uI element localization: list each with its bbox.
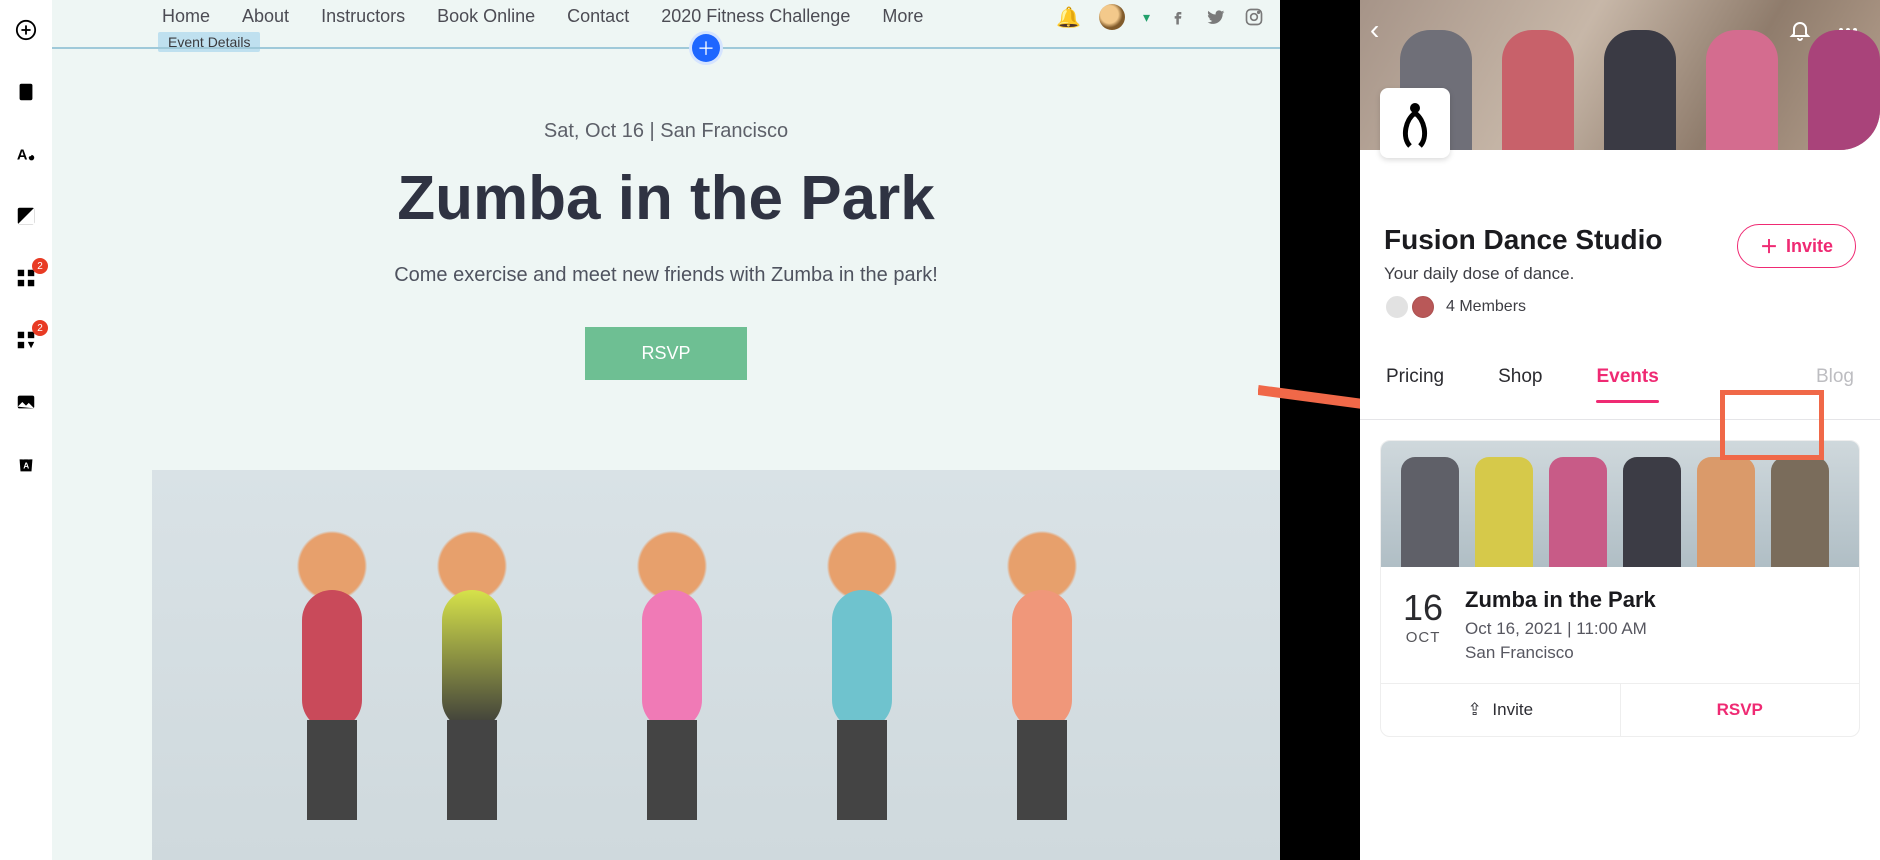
nav-about[interactable]: About xyxy=(242,6,289,27)
back-icon[interactable]: ‹ xyxy=(1370,14,1379,46)
event-date-location: Sat, Oct 16 | San Francisco xyxy=(52,120,1280,143)
svg-text:A: A xyxy=(23,462,29,471)
separator-gap xyxy=(1280,0,1360,860)
share-icon: ⇪ xyxy=(1467,700,1481,719)
tab-shop[interactable]: Shop xyxy=(1498,366,1542,419)
event-card-location: San Francisco xyxy=(1465,643,1656,663)
nav-more[interactable]: More xyxy=(882,6,923,27)
apps-icon[interactable]: 2 xyxy=(12,264,40,292)
editor-sub-tab[interactable]: Event Details xyxy=(158,32,260,52)
facebook-icon[interactable] xyxy=(1168,7,1188,27)
studio-name: Fusion Dance Studio xyxy=(1384,224,1662,256)
svg-text:A: A xyxy=(17,148,28,164)
image-icon[interactable] xyxy=(12,388,40,416)
event-card-title: Zumba in the Park xyxy=(1465,587,1656,613)
event-hero-image xyxy=(152,470,1280,860)
design-icon[interactable]: A xyxy=(12,140,40,168)
event-date-col: 16 OCT xyxy=(1403,587,1443,663)
add-section-fab[interactable]: ＋ xyxy=(692,34,720,62)
studio-logo xyxy=(1380,88,1450,158)
user-avatar[interactable] xyxy=(1099,4,1125,30)
contrast-icon[interactable] xyxy=(12,202,40,230)
tab-pricing[interactable]: Pricing xyxy=(1386,366,1444,419)
studio-tagline: Your daily dose of dance. xyxy=(1384,264,1662,284)
card-invite-button[interactable]: ⇪ Invite xyxy=(1381,684,1621,736)
site-preview: Home About Instructors Book Online Conta… xyxy=(52,0,1280,860)
card-invite-label: Invite xyxy=(1492,700,1533,719)
pages-icon[interactable] xyxy=(12,78,40,106)
member-avatar-1 xyxy=(1384,294,1410,320)
editor-left-toolbar: A 2 2 A xyxy=(0,0,52,860)
event-card[interactable]: 16 OCT Zumba in the Park Oct 16, 2021 | … xyxy=(1380,440,1860,737)
invite-button[interactable]: ＋ Invite xyxy=(1737,224,1856,268)
annotation-highlight-events-tab xyxy=(1720,390,1824,460)
event-card-datetime: Oct 16, 2021 | 11:00 AM xyxy=(1465,619,1656,639)
invite-button-label: Invite xyxy=(1786,236,1833,257)
nav-home[interactable]: Home xyxy=(162,6,210,27)
store-icon[interactable]: A xyxy=(12,450,40,478)
app-market-icon[interactable]: 2 xyxy=(12,326,40,354)
chevron-down-icon[interactable]: ▾ xyxy=(1143,9,1150,26)
nav-instructors[interactable]: Instructors xyxy=(321,6,405,27)
instagram-icon[interactable] xyxy=(1244,7,1264,27)
notifications-bell-icon[interactable]: 🔔 xyxy=(1056,5,1081,30)
event-description: Come exercise and meet new friends with … xyxy=(52,264,1280,287)
card-rsvp-button[interactable]: RSVP xyxy=(1621,684,1860,736)
section-divider xyxy=(52,47,1280,49)
studio-members[interactable]: 4 Members xyxy=(1384,294,1662,320)
event-card-actions: ⇪ Invite RSVP xyxy=(1381,683,1859,736)
event-details-block: Sat, Oct 16 | San Francisco Zumba in the… xyxy=(52,120,1280,380)
nav-book-online[interactable]: Book Online xyxy=(437,6,535,27)
members-count: 4 Members xyxy=(1446,298,1526,316)
rsvp-button[interactable]: RSVP xyxy=(585,327,746,380)
nav-right-icons: 🔔 ▾ xyxy=(1056,4,1264,30)
event-info-col: Zumba in the Park Oct 16, 2021 | 11:00 A… xyxy=(1465,587,1656,663)
event-month: OCT xyxy=(1403,629,1443,646)
tab-events[interactable]: Events xyxy=(1596,366,1658,419)
app-market-badge: 2 xyxy=(32,320,48,336)
nav-fitness-challenge[interactable]: 2020 Fitness Challenge xyxy=(661,6,850,27)
twitter-icon[interactable] xyxy=(1206,7,1226,27)
event-title: Zumba in the Park xyxy=(52,163,1280,234)
nav-contact[interactable]: Contact xyxy=(567,6,629,27)
add-icon[interactable] xyxy=(12,16,40,44)
plus-icon: ＋ xyxy=(1760,233,1778,259)
event-day-number: 16 xyxy=(1403,587,1443,629)
apps-badge: 2 xyxy=(32,258,48,274)
member-avatar-2 xyxy=(1410,294,1436,320)
